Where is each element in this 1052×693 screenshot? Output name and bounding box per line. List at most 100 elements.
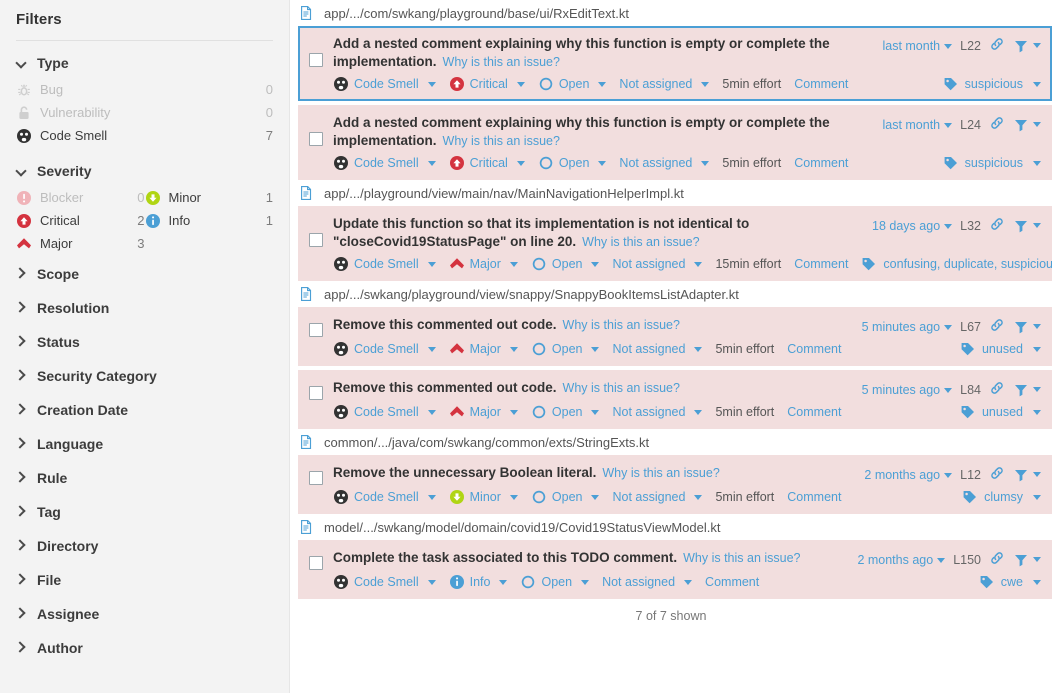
issue-date[interactable]: last month <box>882 118 953 132</box>
facet-header-directory[interactable]: Directory <box>16 529 273 563</box>
issue-severity-dropdown[interactable]: Minor <box>449 489 518 505</box>
issue-tags[interactable]: confusing, duplicate, suspicious <box>861 256 1052 272</box>
file-header[interactable]: app/.../com/swkang/playground/base/ui/Rx… <box>290 0 1052 26</box>
issue-status-dropdown[interactable]: Open <box>531 489 600 505</box>
issue-date[interactable]: 5 minutes ago <box>862 320 953 334</box>
issue-comment-button[interactable]: Comment <box>787 490 841 504</box>
permalink-button[interactable] <box>989 115 1005 134</box>
issue-filter-button[interactable] <box>1013 467 1041 483</box>
issue-type-dropdown[interactable]: Code Smell <box>333 489 436 505</box>
facet-header-tag[interactable]: Tag <box>16 495 273 529</box>
issue-comment-button[interactable]: Comment <box>787 342 841 356</box>
why-is-this-an-issue-link[interactable]: Why is this an issue? <box>443 55 560 69</box>
issue-card[interactable]: Remove this commented out code. Why is th… <box>298 307 1052 366</box>
issue-type-dropdown[interactable]: Code Smell <box>333 574 436 590</box>
facet-header-type[interactable]: Type <box>16 52 273 74</box>
facet-item-bug[interactable]: Bug 0 <box>16 78 273 101</box>
facet-header-status[interactable]: Status <box>16 325 273 359</box>
facet-item-critical[interactable]: Critical 2 <box>16 209 145 232</box>
issue-status-dropdown[interactable]: Open <box>538 155 607 171</box>
file-header[interactable]: app/.../swkang/playground/view/snappy/Sn… <box>290 281 1052 307</box>
issue-assignee-dropdown[interactable]: Not assigned <box>619 77 710 91</box>
file-header[interactable]: model/.../swkang/model/domain/covid19/Co… <box>290 514 1052 540</box>
permalink-button[interactable] <box>989 36 1005 55</box>
issue-assignee-dropdown[interactable]: Not assigned <box>612 257 703 271</box>
issue-checkbox[interactable] <box>309 323 323 337</box>
why-is-this-an-issue-link[interactable]: Why is this an issue? <box>563 381 680 395</box>
issue-checkbox[interactable] <box>309 53 323 67</box>
file-header[interactable]: app/.../playground/view/main/nav/MainNav… <box>290 180 1052 206</box>
issue-severity-dropdown[interactable]: Info <box>449 574 508 590</box>
issue-status-dropdown[interactable]: Open <box>531 404 600 420</box>
issue-card[interactable]: Remove the unnecessary Boolean literal. W… <box>298 455 1052 514</box>
issue-filter-button[interactable] <box>1013 38 1041 54</box>
facet-item-major[interactable]: Major 3 <box>16 232 145 255</box>
issue-type-dropdown[interactable]: Code Smell <box>333 76 436 92</box>
why-is-this-an-issue-link[interactable]: Why is this an issue? <box>563 318 680 332</box>
issue-severity-dropdown[interactable]: Major <box>449 404 518 420</box>
file-header[interactable]: common/.../java/com/swkang/common/exts/S… <box>290 429 1052 455</box>
facet-header-rule[interactable]: Rule <box>16 461 273 495</box>
issue-tags[interactable]: clumsy <box>962 489 1041 505</box>
facet-header-security-category[interactable]: Security Category <box>16 359 273 393</box>
facet-header-language[interactable]: Language <box>16 427 273 461</box>
issue-checkbox[interactable] <box>309 471 323 485</box>
issue-date[interactable]: 5 minutes ago <box>862 383 953 397</box>
issue-status-dropdown[interactable]: Open <box>531 341 600 357</box>
facet-item-code-smell[interactable]: Code Smell 7 <box>16 124 273 147</box>
facet-header-severity[interactable]: Severity <box>16 160 273 182</box>
facet-item-blocker[interactable]: Blocker 0 <box>16 186 145 209</box>
issue-checkbox[interactable] <box>309 386 323 400</box>
issue-assignee-dropdown[interactable]: Not assigned <box>619 156 710 170</box>
issue-assignee-dropdown[interactable]: Not assigned <box>602 575 693 589</box>
issue-comment-button[interactable]: Comment <box>705 575 759 589</box>
why-is-this-an-issue-link[interactable]: Why is this an issue? <box>683 551 800 565</box>
facet-header-scope[interactable]: Scope <box>16 257 273 291</box>
why-is-this-an-issue-link[interactable]: Why is this an issue? <box>602 466 719 480</box>
issue-date[interactable]: 2 months ago <box>864 468 953 482</box>
issue-status-dropdown[interactable]: Open <box>531 256 600 272</box>
issue-severity-dropdown[interactable]: Major <box>449 256 518 272</box>
issue-card[interactable]: Remove this commented out code. Why is th… <box>298 370 1052 429</box>
why-is-this-an-issue-link[interactable]: Why is this an issue? <box>443 134 560 148</box>
issue-date[interactable]: last month <box>882 39 953 53</box>
why-is-this-an-issue-link[interactable]: Why is this an issue? <box>582 235 699 249</box>
issue-severity-dropdown[interactable]: Critical <box>449 76 525 92</box>
permalink-button[interactable] <box>989 317 1005 336</box>
facet-item-minor[interactable]: Minor 1 <box>145 186 273 209</box>
issue-card[interactable]: Add a nested comment explaining why this… <box>298 105 1052 180</box>
permalink-button[interactable] <box>989 380 1005 399</box>
issue-card[interactable]: Update this function so that its impleme… <box>298 206 1052 281</box>
issue-tags[interactable]: unused <box>960 341 1041 357</box>
issue-comment-button[interactable]: Comment <box>794 257 848 271</box>
issue-comment-button[interactable]: Comment <box>794 156 848 170</box>
facet-item-info[interactable]: Info 1 <box>145 209 273 232</box>
facet-header-file[interactable]: File <box>16 563 273 597</box>
facet-header-creation-date[interactable]: Creation Date <box>16 393 273 427</box>
issue-assignee-dropdown[interactable]: Not assigned <box>612 342 703 356</box>
issue-status-dropdown[interactable]: Open <box>538 76 607 92</box>
issue-filter-button[interactable] <box>1013 552 1041 568</box>
issue-checkbox[interactable] <box>309 556 323 570</box>
facet-header-author[interactable]: Author <box>16 631 273 665</box>
issue-card[interactable]: Complete the task associated to this TOD… <box>298 540 1052 599</box>
issue-type-dropdown[interactable]: Code Smell <box>333 404 436 420</box>
issue-type-dropdown[interactable]: Code Smell <box>333 341 436 357</box>
issue-filter-button[interactable] <box>1013 319 1041 335</box>
issue-comment-button[interactable]: Comment <box>787 405 841 419</box>
issue-tags[interactable]: suspicious <box>943 155 1041 171</box>
issue-filter-button[interactable] <box>1013 382 1041 398</box>
issue-comment-button[interactable]: Comment <box>794 77 848 91</box>
issue-checkbox[interactable] <box>309 132 323 146</box>
permalink-button[interactable] <box>989 216 1005 235</box>
issue-tags[interactable]: cwe <box>979 574 1041 590</box>
facet-item-vulnerability[interactable]: Vulnerability 0 <box>16 101 273 124</box>
facet-header-resolution[interactable]: Resolution <box>16 291 273 325</box>
issue-type-dropdown[interactable]: Code Smell <box>333 155 436 171</box>
issue-assignee-dropdown[interactable]: Not assigned <box>612 490 703 504</box>
issue-filter-button[interactable] <box>1013 218 1041 234</box>
issue-severity-dropdown[interactable]: Critical <box>449 155 525 171</box>
facet-header-assignee[interactable]: Assignee <box>16 597 273 631</box>
issue-tags[interactable]: unused <box>960 404 1041 420</box>
issues-list-panel[interactable]: app/.../com/swkang/playground/base/ui/Rx… <box>290 0 1052 693</box>
